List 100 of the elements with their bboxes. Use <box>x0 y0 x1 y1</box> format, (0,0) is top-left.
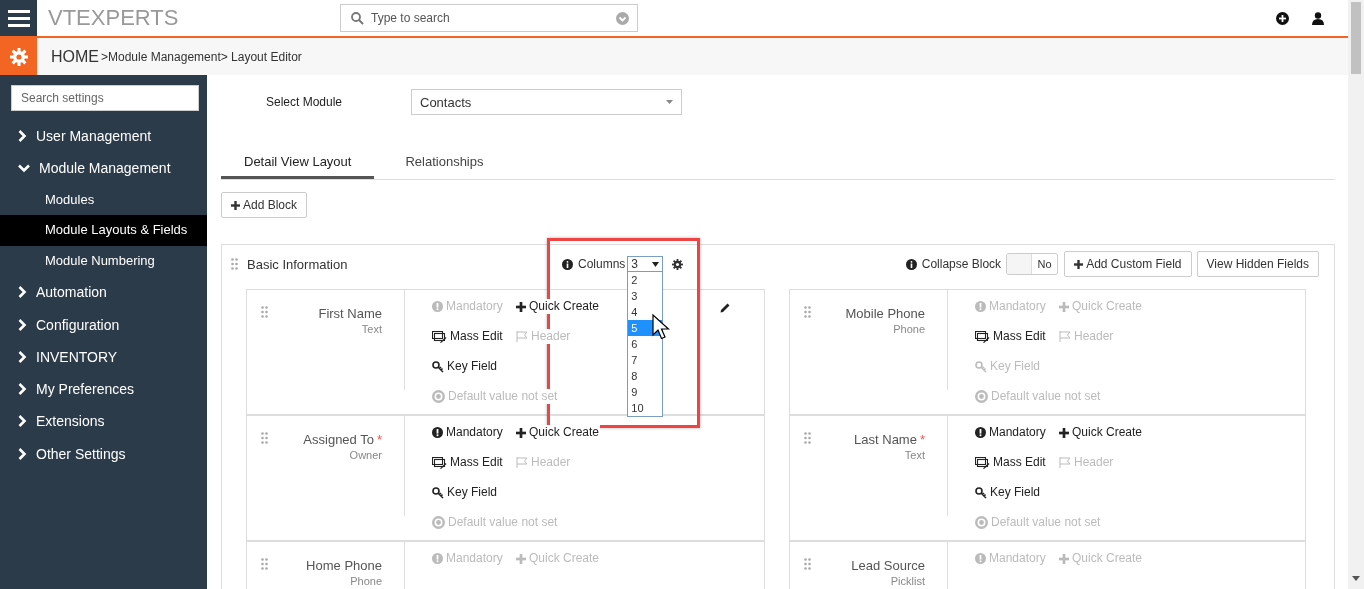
chevron-right-icon <box>18 415 27 428</box>
add-block-button[interactable]: Add Block <box>221 192 308 218</box>
exclamation-circle-icon <box>432 553 443 564</box>
field-name: Home Phone <box>306 558 382 573</box>
dropdown-option[interactable]: 3 <box>628 288 663 304</box>
field-type: Phone <box>893 323 925 335</box>
chevron-right-icon <box>18 350 27 363</box>
breadcrumb-trail: >Module Management> Layout Editor <box>101 49 302 64</box>
chevron-right-icon <box>18 286 27 299</box>
exclamation-circle-icon <box>975 301 986 312</box>
scrollbar-thumb[interactable] <box>1351 2 1361 74</box>
dropdown-option[interactable]: 7 <box>628 352 663 368</box>
sidebar-subitem[interactable]: Module Layouts & Fields <box>0 215 207 246</box>
field-name: Last Name <box>854 432 917 447</box>
add-custom-field-button[interactable]: Add Custom Field <box>1064 251 1192 277</box>
exclamation-circle-icon <box>975 553 986 564</box>
tab[interactable]: Detail View Layout <box>221 145 375 179</box>
caret-icon <box>652 261 660 267</box>
exclamation-circle-icon <box>432 301 443 312</box>
field-type: Owner <box>349 449 382 461</box>
settings-icon[interactable] <box>672 258 684 270</box>
chevron-right-icon <box>18 318 27 331</box>
view-hidden-fields-button[interactable]: View Hidden Fields <box>1196 251 1319 277</box>
plus-icon <box>516 301 526 312</box>
pencil-icon[interactable] <box>720 302 731 313</box>
caret-icon <box>666 100 673 104</box>
collapse-block-label: Collapse Block <box>921 257 1002 271</box>
field-type: Text <box>904 449 925 461</box>
flag-icon <box>1059 457 1071 468</box>
tab[interactable]: Relationships <box>382 145 507 179</box>
sidebar-item[interactable]: Other Settings <box>0 437 207 470</box>
key-icon <box>975 486 987 499</box>
flag-icon <box>516 457 528 468</box>
plus-icon <box>1059 301 1069 312</box>
plus-icon <box>1074 259 1084 269</box>
menu-icon <box>7 9 30 27</box>
drag-handle-icon[interactable] <box>231 258 238 270</box>
breadcrumb-home[interactable]: HOME <box>51 47 99 66</box>
drag-handle-icon[interactable] <box>261 432 268 444</box>
flag-icon <box>516 331 528 342</box>
required-mark: * <box>919 432 925 447</box>
plus-icon <box>231 200 240 210</box>
info-icon <box>905 258 917 270</box>
letter-circle-icon <box>975 390 988 403</box>
field-name: Assigned To <box>303 432 374 447</box>
exclamation-circle-icon <box>432 427 443 438</box>
select-module-label: Select Module <box>265 95 344 109</box>
dropdown-option[interactable]: 8 <box>628 368 663 384</box>
required-mark: * <box>376 432 382 447</box>
sidebar-item[interactable]: Configuration <box>0 308 207 341</box>
chevron-right-icon <box>18 383 27 396</box>
sidebar-item[interactable]: Module Management <box>0 152 207 185</box>
dropdown-option[interactable]: 9 <box>628 384 663 400</box>
settings-icon <box>9 47 28 66</box>
drag-handle-icon[interactable] <box>804 306 811 318</box>
letter-circle-icon <box>975 516 988 529</box>
chevron-down-icon <box>18 163 30 173</box>
key-icon <box>432 360 444 373</box>
plus-icon <box>1059 427 1069 438</box>
letter-circle-icon <box>432 390 445 403</box>
field-name: First Name <box>318 306 382 321</box>
chevron-right-icon <box>18 447 27 460</box>
sidebar-subitem[interactable]: Modules <box>0 184 207 216</box>
search-bar[interactable]: Type to search <box>340 4 638 32</box>
sidebar-item[interactable]: Extensions <box>0 405 207 438</box>
dropdown-option[interactable]: 6 <box>628 336 663 352</box>
user-icon[interactable] <box>1312 11 1324 25</box>
sidebar-item[interactable]: User Management <box>0 120 207 153</box>
add-icon[interactable] <box>1276 11 1289 25</box>
stacked-edit-icon <box>975 330 990 343</box>
field-type: Picklist <box>890 575 925 587</box>
block-title: Basic Information <box>247 256 349 272</box>
sidebar-item[interactable]: Automation <box>0 276 207 309</box>
collapse-toggle[interactable]: No <box>1006 253 1059 275</box>
chevron-down-circle-icon <box>616 11 629 25</box>
sidebar-subitem[interactable]: Module Numbering <box>0 245 207 277</box>
scrollbar[interactable] <box>1348 0 1364 589</box>
plus-icon <box>516 553 526 564</box>
settings-search-field[interactable]: Search settings <box>11 85 199 111</box>
dropdown-option[interactable]: 2 <box>628 272 663 288</box>
sidebar-item[interactable]: INVENTORY <box>0 340 207 373</box>
key-icon <box>975 360 987 373</box>
sidebar-item[interactable]: My Preferences <box>0 373 207 406</box>
plus-icon <box>516 427 526 438</box>
drag-handle-icon[interactable] <box>261 306 268 318</box>
drag-handle-icon[interactable] <box>804 558 811 570</box>
module-select[interactable]: Contacts <box>411 89 682 115</box>
info-icon <box>562 258 573 270</box>
field-type: Phone <box>350 575 382 587</box>
scroll-down-arrow-icon[interactable] <box>1352 576 1360 581</box>
drag-handle-icon[interactable] <box>261 558 268 570</box>
chevron-right-icon <box>18 130 27 143</box>
dropdown-option[interactable]: 4 <box>628 304 663 320</box>
columns-label: Columns <box>578 257 626 271</box>
key-icon <box>432 486 444 499</box>
logo: VTEXPERTS <box>48 5 180 31</box>
menu-button[interactable] <box>0 0 37 36</box>
drag-handle-icon[interactable] <box>804 432 811 444</box>
dropdown-option[interactable]: 10 <box>628 400 663 416</box>
letter-circle-icon <box>432 516 445 529</box>
